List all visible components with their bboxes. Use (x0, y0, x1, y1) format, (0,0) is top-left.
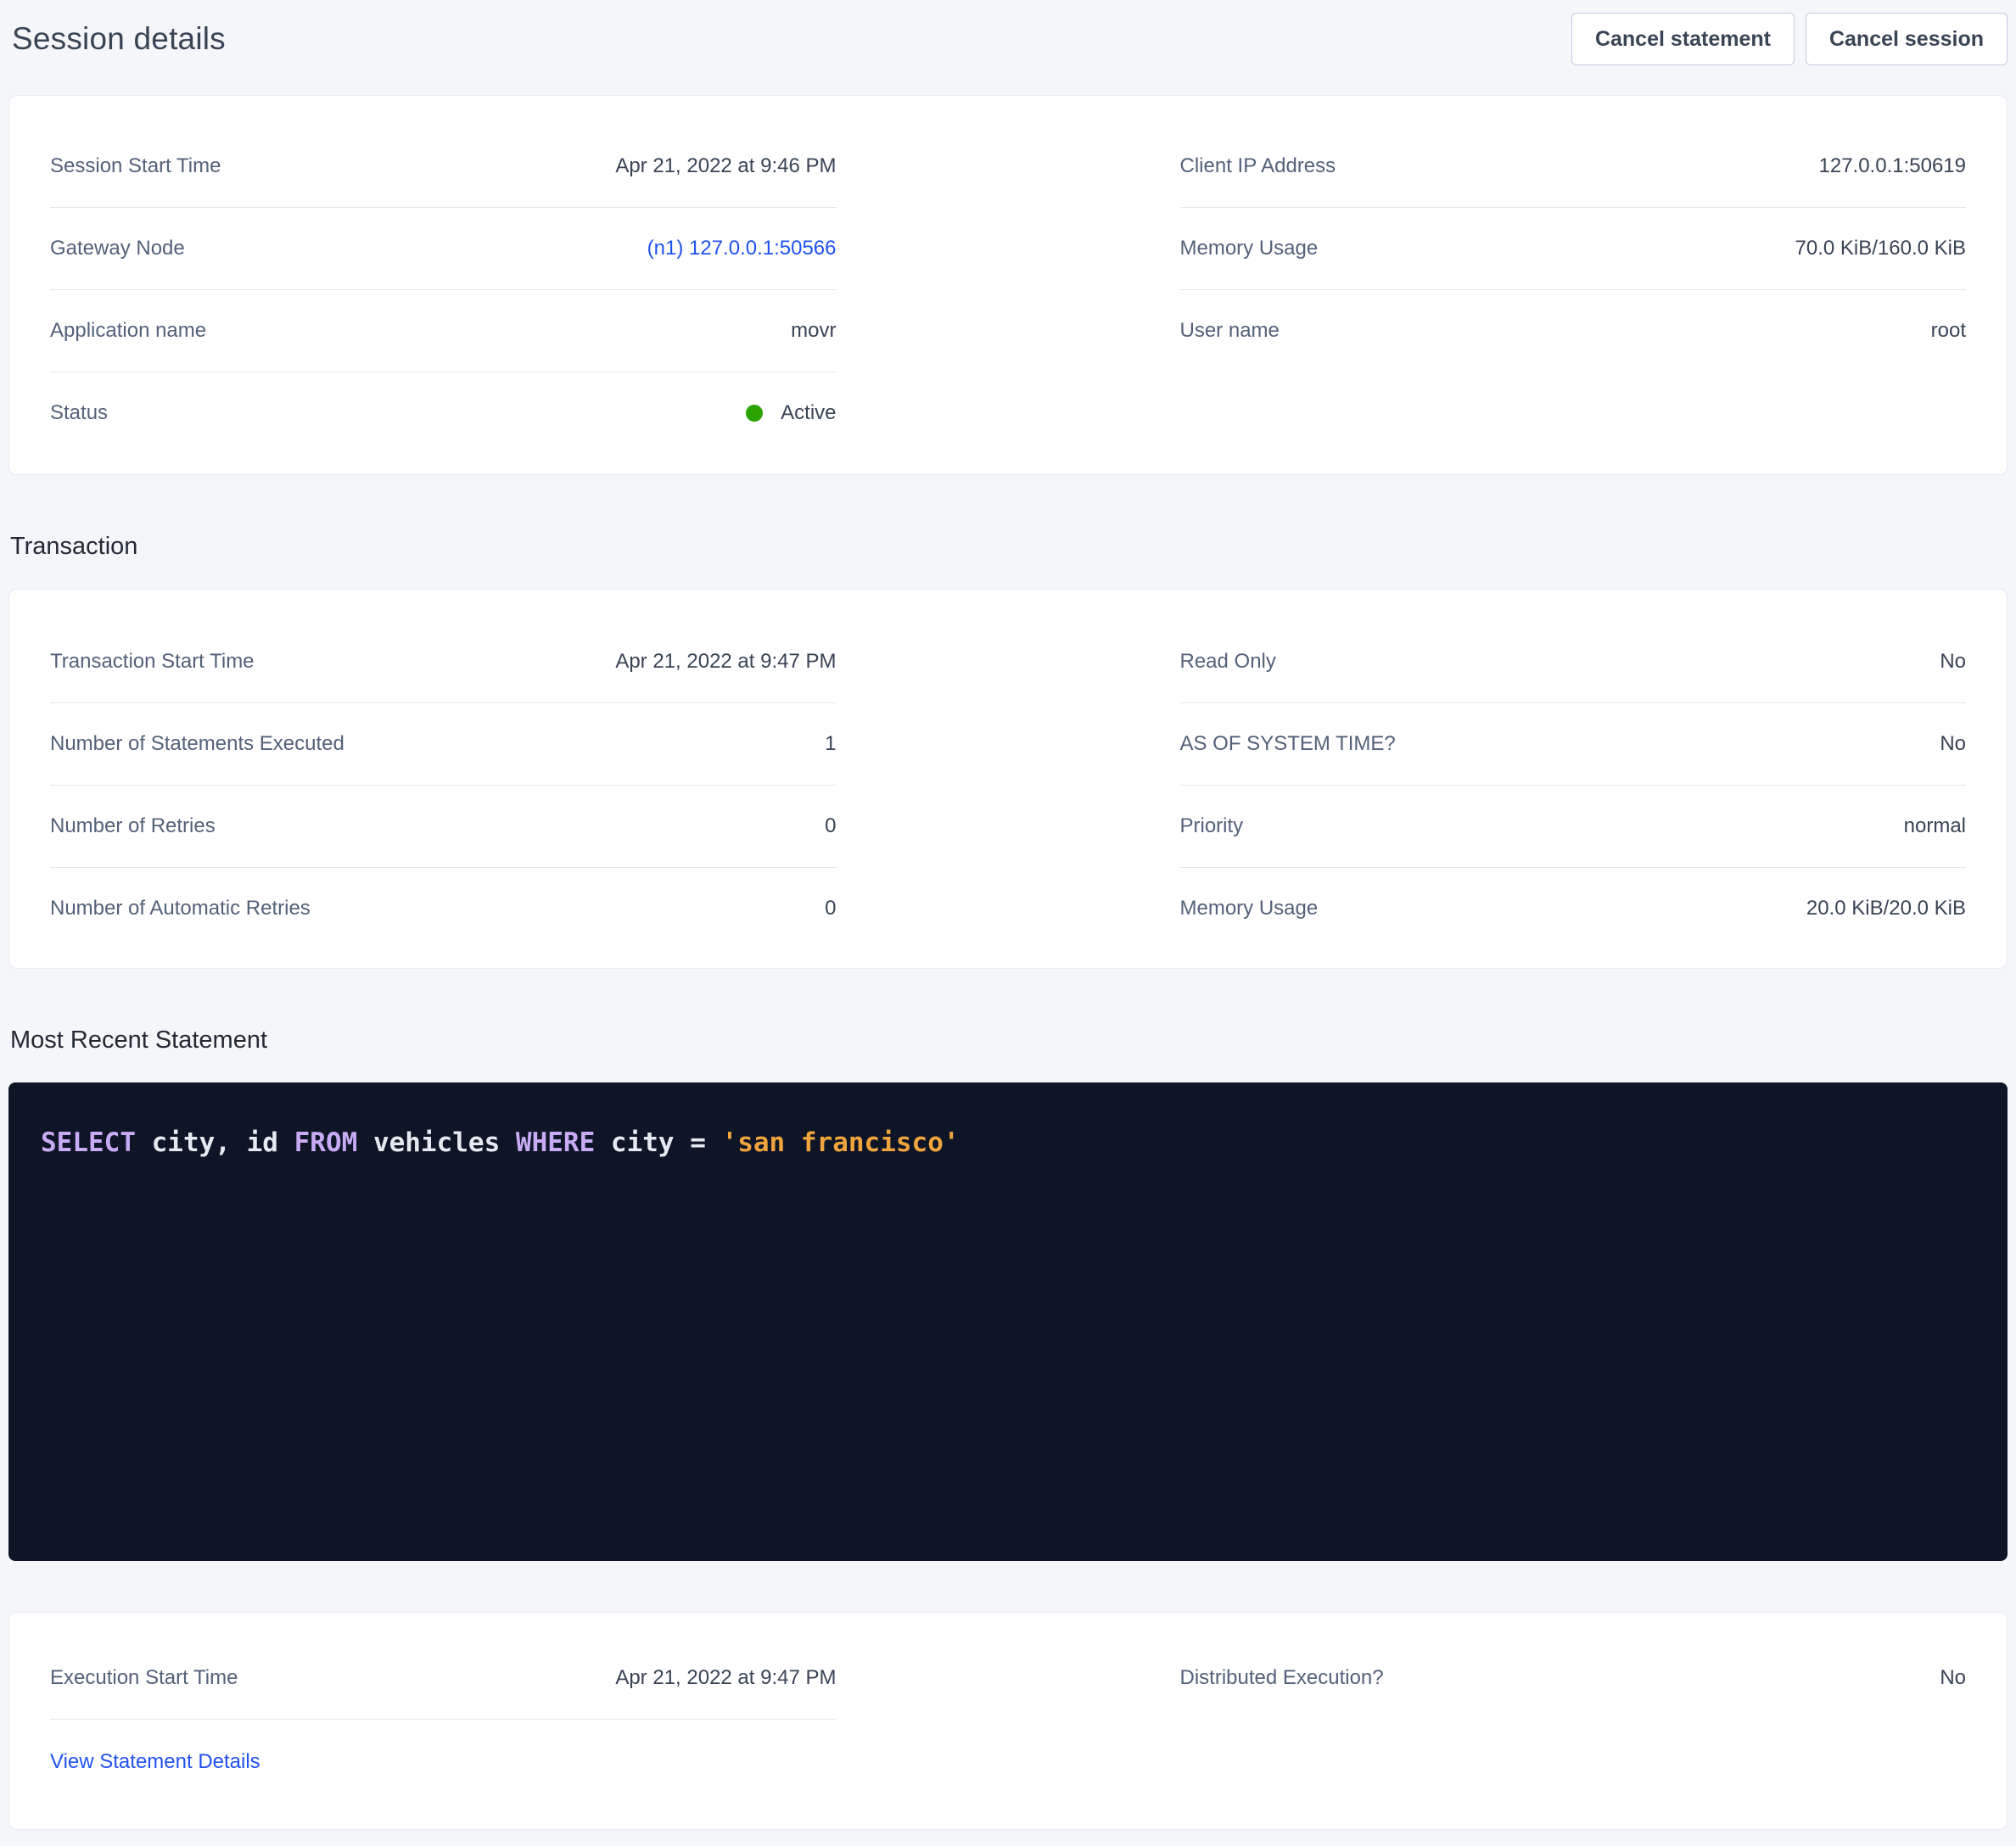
transaction-start-time-row: Transaction Start Time Apr 21, 2022 at 9… (50, 620, 837, 702)
automatic-retries-label: Number of Automatic Retries (50, 897, 311, 920)
client-ip-row: Client IP Address 127.0.0.1:50619 (1180, 125, 1967, 207)
status-value: Active (746, 401, 836, 425)
user-name-value: root (1931, 319, 1966, 343)
transaction-start-time-label: Transaction Start Time (50, 650, 255, 674)
sql-condition: city = (595, 1127, 721, 1158)
priority-row: Priority normal (1180, 785, 1967, 867)
sql-keyword-from: FROM (294, 1127, 358, 1158)
read-only-label: Read Only (1180, 650, 1276, 674)
status-active-dot-icon (746, 405, 763, 422)
session-start-time-value: Apr 21, 2022 at 9:46 PM (615, 154, 836, 178)
transaction-heading: Transaction (10, 529, 2008, 563)
sql-keyword-where: WHERE (516, 1127, 595, 1158)
session-summary-left-column: Session Start Time Apr 21, 2022 at 9:46 … (50, 125, 837, 454)
view-statement-details-link[interactable]: View Statement Details (50, 1750, 260, 1774)
execution-start-time-label: Execution Start Time (50, 1666, 238, 1690)
client-ip-label: Client IP Address (1180, 154, 1336, 178)
read-only-value: No (1940, 650, 1966, 674)
sql-keyword-select: SELECT (41, 1127, 136, 1158)
statements-executed-value: 1 (825, 732, 836, 756)
application-name-label: Application name (50, 319, 206, 343)
user-name-row: User name root (1180, 289, 1967, 372)
gateway-node-row: Gateway Node (n1) 127.0.0.1:50566 (50, 207, 837, 289)
transaction-memory-usage-row: Memory Usage 20.0 KiB/20.0 KiB (1180, 867, 1967, 949)
execution-left-column: Execution Start Time Apr 21, 2022 at 9:4… (50, 1636, 837, 1804)
session-memory-usage-row: Memory Usage 70.0 KiB/160.0 KiB (1180, 207, 1967, 289)
view-statement-details-row: View Statement Details (50, 1719, 837, 1804)
sql-table: vehicles (357, 1127, 516, 1158)
as-of-system-time-row: AS OF SYSTEM TIME? No (1180, 702, 1967, 785)
session-start-time-label: Session Start Time (50, 154, 221, 178)
cancel-session-button[interactable]: Cancel session (1806, 13, 2008, 65)
client-ip-value: 127.0.0.1:50619 (1819, 154, 1967, 178)
application-name-value: movr (791, 319, 836, 343)
execution-card: Execution Start Time Apr 21, 2022 at 9:4… (8, 1612, 2008, 1830)
session-summary-card: Session Start Time Apr 21, 2022 at 9:46 … (8, 95, 2008, 475)
transaction-start-time-value: Apr 21, 2022 at 9:47 PM (615, 650, 836, 674)
as-of-system-time-value: No (1940, 732, 1966, 756)
automatic-retries-value: 0 (825, 897, 836, 920)
as-of-system-time-label: AS OF SYSTEM TIME? (1180, 732, 1396, 756)
distributed-execution-row: Distributed Execution? No (1180, 1636, 1967, 1719)
execution-right-column: Distributed Execution? No (1180, 1636, 1967, 1719)
execution-start-time-row: Execution Start Time Apr 21, 2022 at 9:4… (50, 1636, 837, 1719)
header-bar: Session details Cancel statement Cancel … (8, 5, 2008, 73)
transaction-memory-usage-value: 20.0 KiB/20.0 KiB (1806, 897, 1966, 920)
number-of-retries-label: Number of Retries (50, 814, 216, 838)
distributed-execution-value: No (1940, 1666, 1966, 1690)
execution-start-time-value: Apr 21, 2022 at 9:47 PM (615, 1666, 836, 1690)
transaction-card: Transaction Start Time Apr 21, 2022 at 9… (8, 589, 2008, 969)
most-recent-statement-heading: Most Recent Statement (10, 1023, 2008, 1057)
automatic-retries-row: Number of Automatic Retries 0 (50, 867, 837, 949)
session-memory-usage-value: 70.0 KiB/160.0 KiB (1795, 237, 1966, 260)
distributed-execution-label: Distributed Execution? (1180, 1666, 1384, 1690)
session-summary-right-column: Client IP Address 127.0.0.1:50619 Memory… (1180, 125, 1967, 372)
read-only-row: Read Only No (1180, 620, 1967, 702)
session-details-page: Session details Cancel statement Cancel … (0, 5, 2016, 1830)
user-name-label: User name (1180, 319, 1280, 343)
page-title: Session details (8, 21, 226, 57)
header-actions: Cancel statement Cancel session (1571, 13, 2008, 65)
status-badge: Active (781, 401, 836, 425)
transaction-right-column: Read Only No AS OF SYSTEM TIME? No Prior… (1180, 620, 1967, 949)
priority-value: normal (1904, 814, 1966, 838)
sql-string-literal: 'san francisco' (722, 1127, 960, 1158)
priority-label: Priority (1180, 814, 1244, 838)
number-of-retries-row: Number of Retries 0 (50, 785, 837, 867)
transaction-memory-usage-label: Memory Usage (1180, 897, 1319, 920)
session-memory-usage-label: Memory Usage (1180, 237, 1319, 260)
status-row: Status Active (50, 372, 837, 454)
sql-columns: city, id (136, 1127, 294, 1158)
statements-executed-label: Number of Statements Executed (50, 732, 344, 756)
status-label: Status (50, 401, 108, 425)
sql-statement: SELECT city, id FROM vehicles WHERE city… (41, 1125, 1975, 1161)
number-of-retries-value: 0 (825, 814, 836, 838)
statements-executed-row: Number of Statements Executed 1 (50, 702, 837, 785)
application-name-row: Application name movr (50, 289, 837, 372)
transaction-left-column: Transaction Start Time Apr 21, 2022 at 9… (50, 620, 837, 949)
session-start-time-row: Session Start Time Apr 21, 2022 at 9:46 … (50, 125, 837, 207)
gateway-node-link[interactable]: (n1) 127.0.0.1:50566 (647, 237, 837, 260)
sql-statement-box: SELECT city, id FROM vehicles WHERE city… (8, 1082, 2008, 1561)
cancel-statement-button[interactable]: Cancel statement (1571, 13, 1795, 65)
gateway-node-label: Gateway Node (50, 237, 185, 260)
